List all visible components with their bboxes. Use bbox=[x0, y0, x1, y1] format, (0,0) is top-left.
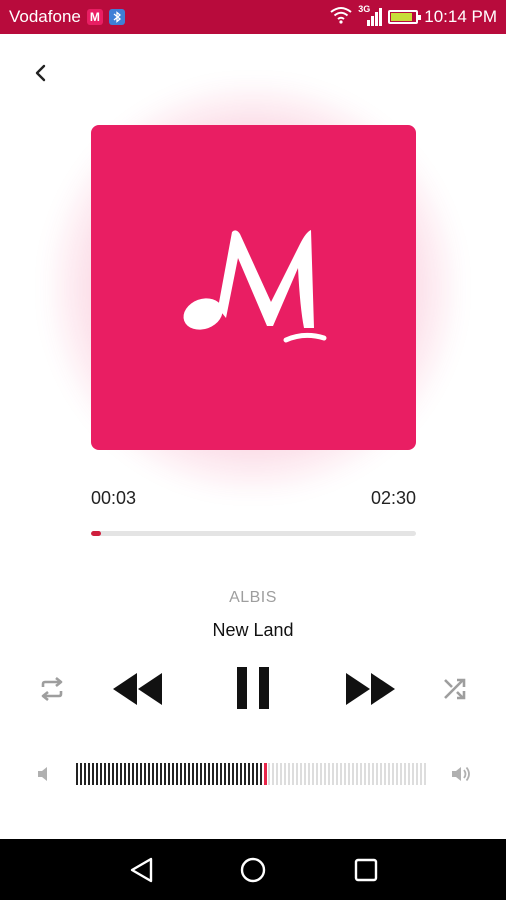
pause-icon bbox=[237, 667, 269, 709]
volume-mute-button[interactable] bbox=[36, 764, 56, 784]
repeat-icon bbox=[41, 676, 63, 702]
home-circle-icon bbox=[240, 857, 266, 883]
fast-forward-icon bbox=[346, 673, 395, 705]
volume-fill bbox=[76, 763, 265, 785]
seek-bar[interactable] bbox=[91, 531, 416, 536]
rewind-icon bbox=[113, 673, 162, 705]
nav-back-button[interactable] bbox=[127, 855, 157, 885]
bluetooth-icon bbox=[108, 9, 125, 25]
seek-bar-fill bbox=[91, 531, 101, 536]
shuffle-icon bbox=[444, 678, 466, 700]
total-time: 02:30 bbox=[370, 488, 416, 508]
pause-button[interactable] bbox=[228, 663, 278, 713]
back-triangle-icon bbox=[130, 857, 153, 883]
wifi-icon bbox=[330, 6, 352, 29]
status-bar-right: 3G 10:14 PM bbox=[330, 4, 497, 29]
nav-home-button[interactable] bbox=[238, 855, 268, 885]
music-m-logo-icon bbox=[183, 229, 326, 342]
rewind-button[interactable] bbox=[108, 667, 166, 711]
repeat-button[interactable] bbox=[36, 673, 68, 705]
volume-up-icon bbox=[452, 766, 470, 782]
system-nav-bar bbox=[0, 839, 506, 900]
signal-icon: 3G bbox=[358, 4, 383, 27]
shuffle-button[interactable] bbox=[440, 673, 472, 705]
app-notification-icon: M bbox=[86, 9, 103, 25]
nav-recents-button[interactable] bbox=[351, 855, 381, 885]
status-bar: Vodafone M 3G 10:14 PM bbox=[0, 0, 506, 34]
clock: 10:14 PM bbox=[424, 7, 497, 26]
song-title: New Land bbox=[212, 620, 294, 640]
volume-thumb[interactable] bbox=[264, 763, 267, 785]
elapsed-time: 00:03 bbox=[91, 488, 137, 508]
status-bar-left: Vodafone M bbox=[9, 7, 125, 27]
forward-button[interactable] bbox=[342, 667, 400, 711]
artist-name: ALBIS bbox=[229, 589, 277, 606]
volume-slider[interactable] bbox=[76, 763, 426, 785]
volume-max-button[interactable] bbox=[450, 764, 472, 784]
volume-mute-icon bbox=[38, 767, 47, 781]
carrier-name: Vodafone bbox=[9, 7, 81, 26]
album-art bbox=[91, 125, 416, 450]
recents-square-icon bbox=[354, 858, 378, 882]
battery-icon bbox=[388, 10, 422, 24]
